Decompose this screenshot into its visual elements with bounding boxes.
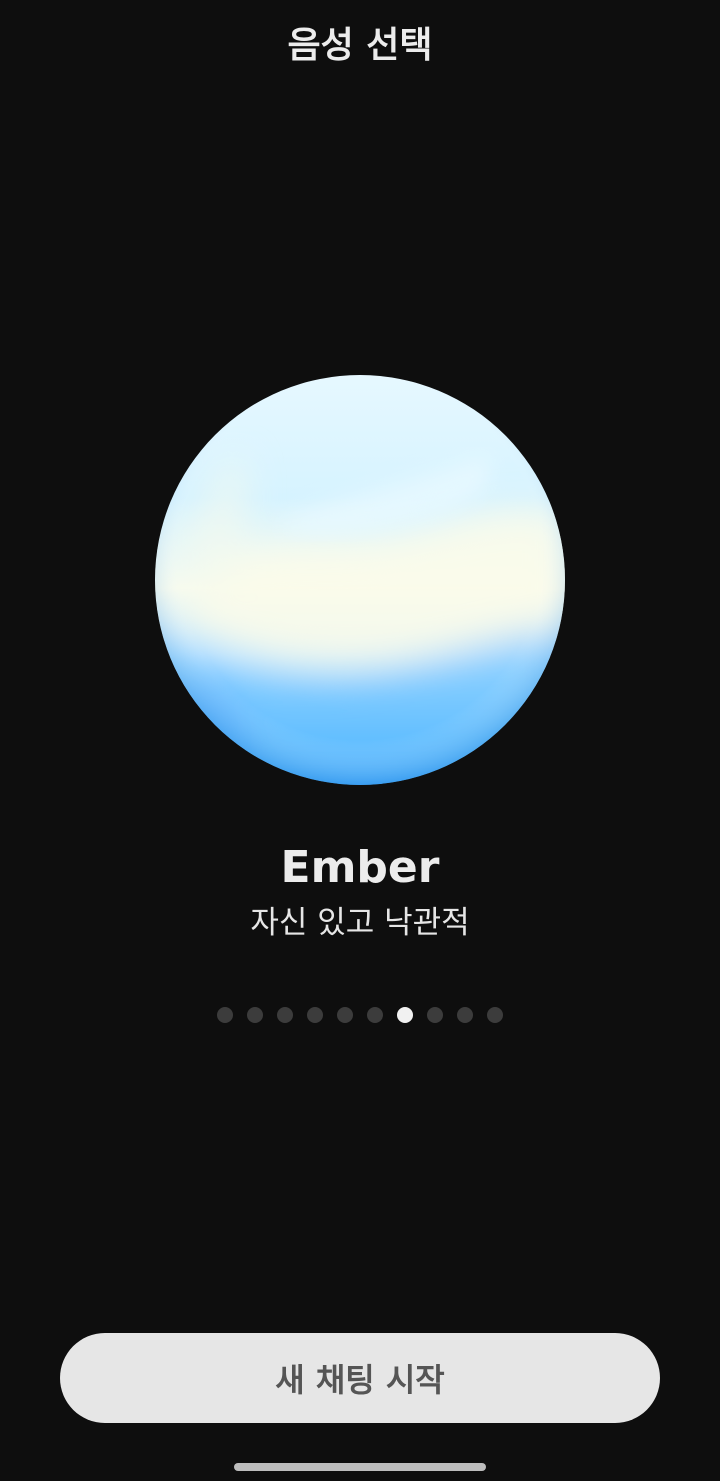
voice-name: Ember (280, 842, 440, 893)
start-new-chat-button[interactable]: 새 채팅 시작 (60, 1333, 660, 1423)
page-dot[interactable] (307, 1007, 323, 1023)
page-dot[interactable] (337, 1007, 353, 1023)
page-dot[interactable] (277, 1007, 293, 1023)
page-dot-active[interactable] (397, 1007, 413, 1023)
voice-description: 자신 있고 낙관적 (250, 905, 470, 941)
page-dot[interactable] (247, 1007, 263, 1023)
page-dot[interactable] (427, 1007, 443, 1023)
page-dot[interactable] (367, 1007, 383, 1023)
page-dot[interactable] (457, 1007, 473, 1023)
voice-carousel-indicator (0, 1007, 720, 1023)
voice-orb[interactable] (155, 375, 565, 785)
page-dot[interactable] (487, 1007, 503, 1023)
page-dot[interactable] (217, 1007, 233, 1023)
page-title: 음성 선택 (287, 25, 433, 66)
voice-select-screen: 음성 선택 Ember 자신 있고 낙관적 새 채팅 시작 (0, 0, 720, 1481)
home-indicator[interactable] (234, 1463, 486, 1471)
voice-orb-art (155, 375, 565, 785)
